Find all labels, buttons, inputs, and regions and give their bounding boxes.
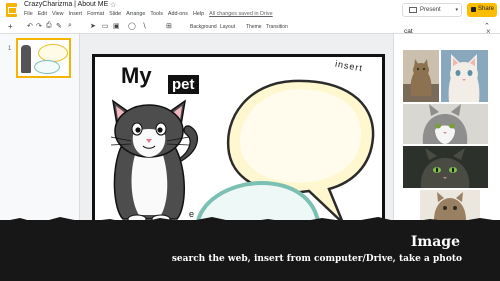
- thumbnail-bubble-teal: [34, 60, 60, 74]
- layout-button[interactable]: Layout: [220, 24, 235, 30]
- line-icon[interactable]: ∖: [142, 22, 146, 30]
- share-button[interactable]: Share: [467, 3, 497, 17]
- menu-edit[interactable]: Edit: [38, 11, 47, 17]
- document-title[interactable]: CrazyCharizma | About ME: [24, 1, 108, 8]
- transition-button[interactable]: Transition: [266, 24, 288, 30]
- star-icon[interactable]: ☆: [110, 1, 116, 9]
- present-dropdown-icon[interactable]: ▾: [455, 7, 458, 13]
- dark-cat-image: [403, 146, 488, 188]
- undo-icon[interactable]: ↶: [27, 22, 33, 30]
- share-label: Share: [478, 6, 495, 12]
- menu-view[interactable]: View: [52, 11, 64, 17]
- image-result-2[interactable]: [441, 50, 488, 102]
- menu-format[interactable]: Format: [87, 11, 104, 17]
- paint-format-icon[interactable]: ✎: [56, 22, 62, 30]
- theme-button[interactable]: Theme: [246, 24, 262, 30]
- cat-illustration[interactable]: [103, 95, 203, 225]
- shape-icon[interactable]: ◯: [128, 22, 136, 30]
- tabby-cat-image: [403, 50, 439, 102]
- thumbnail-cat: [21, 45, 31, 73]
- image-result-3[interactable]: [403, 104, 488, 144]
- new-slide-icon[interactable]: +: [8, 22, 13, 31]
- menu-tools[interactable]: Tools: [150, 11, 163, 17]
- zoom-icon[interactable]: ⌕: [68, 22, 72, 30]
- present-label: Present: [420, 7, 441, 13]
- image-search-query[interactable]: cat: [404, 28, 413, 35]
- print-icon[interactable]: ⎙: [46, 22, 52, 30]
- background-button[interactable]: Background: [190, 24, 217, 30]
- header-bar: CrazyCharizma | About ME ☆ File Edit View I…: [0, 0, 500, 20]
- saved-status[interactable]: All changes saved in Drive: [209, 11, 273, 17]
- image-result-1[interactable]: [403, 50, 439, 102]
- present-button[interactable]: Present ▾: [402, 3, 462, 17]
- menu-bar: File Edit View Insert Format Slide Arrange Tool…: [24, 11, 278, 17]
- slide-insert-text[interactable]: insert: [334, 59, 363, 74]
- comment-icon[interactable]: ⊞: [166, 22, 172, 30]
- slide-canvas[interactable]: My pet insert e: [92, 54, 385, 226]
- menu-arrange[interactable]: Arrange: [126, 11, 145, 17]
- redo-icon[interactable]: ↷: [36, 22, 42, 30]
- slides-app: CrazyCharizma | About ME ☆ File Edit View I…: [0, 0, 500, 281]
- slide-thumbnail[interactable]: [16, 38, 71, 78]
- caption-heading: Image: [410, 234, 460, 250]
- menu-insert[interactable]: Insert: [69, 11, 82, 17]
- toolbar: + ↶ ↷ ⎙ ✎ ⌕ ➤ ▭ ▣ ◯ ∖ ⊞ Background Layou…: [0, 20, 500, 34]
- white-cat-image: [441, 50, 488, 102]
- menu-addons[interactable]: Add-ons: [168, 11, 188, 17]
- select-icon[interactable]: ➤: [90, 22, 96, 30]
- menu-help[interactable]: Help: [193, 11, 204, 17]
- slides-logo-icon[interactable]: [6, 3, 17, 17]
- slide-title-my[interactable]: My: [121, 63, 152, 89]
- image-icon[interactable]: ▣: [113, 22, 120, 30]
- slide-number: 1: [8, 46, 12, 52]
- textbox-icon[interactable]: ▭: [102, 22, 109, 30]
- slide-title-pet[interactable]: pet: [168, 75, 199, 94]
- grey-white-cat-image: [403, 104, 488, 144]
- menu-file[interactable]: File: [24, 11, 33, 17]
- close-icon[interactable]: ×: [486, 27, 491, 36]
- caption-banner: [0, 220, 500, 281]
- caption-subtitle: search the web, insert from computer/Dri…: [171, 254, 462, 264]
- lock-icon: [471, 7, 476, 12]
- image-result-4[interactable]: [403, 146, 488, 188]
- menu-slide[interactable]: Slide: [109, 11, 121, 17]
- present-icon: [409, 7, 417, 13]
